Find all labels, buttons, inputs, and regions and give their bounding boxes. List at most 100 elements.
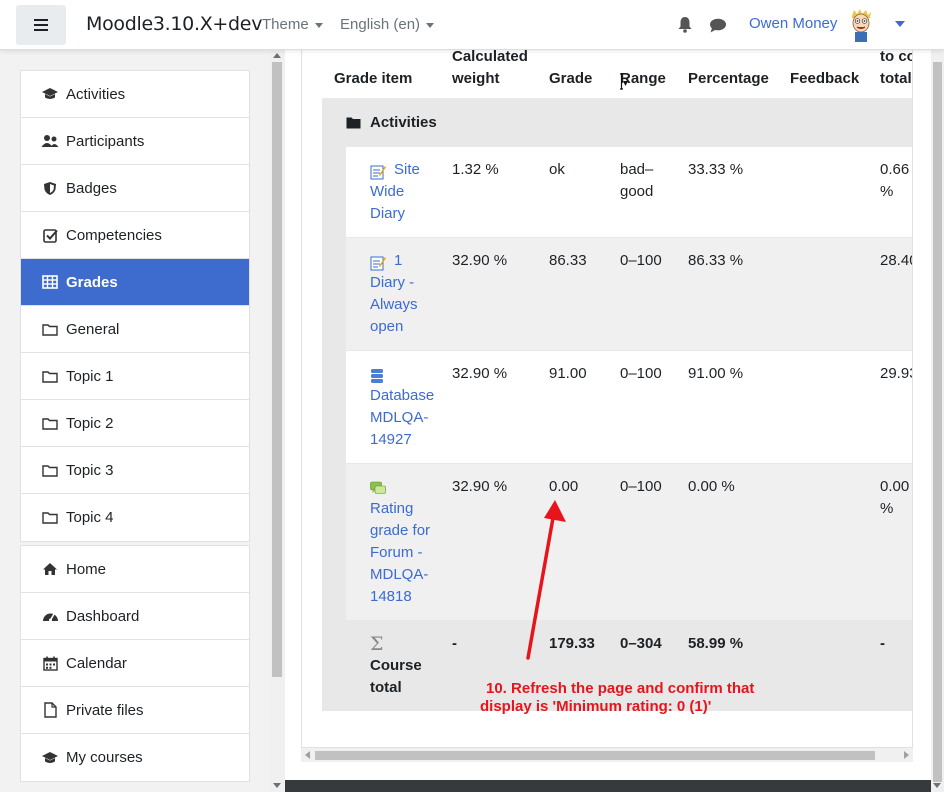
page-scrollbar[interactable] bbox=[931, 50, 944, 792]
nav-item-label: Dashboard bbox=[66, 607, 140, 625]
table-row: 1 Diary - Always open 32.90 % 86.33 0–100 8… bbox=[346, 238, 912, 350]
folder-icon bbox=[41, 415, 59, 431]
annotation-line: display is 'Minimum rating: 0 (1)' bbox=[480, 698, 712, 715]
header-contribution[interactable]: to co total bbox=[880, 50, 912, 90]
language-menu[interactable]: English (en) bbox=[340, 16, 435, 33]
nav-item-label: Topic 3 bbox=[66, 461, 114, 479]
scrollbar-thumb[interactable] bbox=[315, 751, 875, 760]
drawer-toggle-button[interactable] bbox=[16, 5, 66, 45]
item-line: MDLQA- bbox=[370, 566, 429, 583]
nav-item-my-courses[interactable]: My courses bbox=[21, 734, 249, 781]
scroll-down-icon[interactable] bbox=[933, 783, 941, 788]
item-line: Rating bbox=[370, 500, 414, 517]
percentage-cell: 0.00 % bbox=[688, 478, 735, 495]
graduation-cap-icon bbox=[41, 750, 59, 766]
forum-icon bbox=[370, 481, 386, 494]
header-percentage[interactable]: Percentage bbox=[688, 68, 769, 90]
bell-icon[interactable] bbox=[677, 16, 693, 33]
user-menu-name[interactable]: Owen Money bbox=[749, 15, 837, 32]
grade-cell: 91.00 bbox=[549, 365, 587, 382]
text-cursor-icon bbox=[620, 73, 628, 90]
nav-item-grades[interactable]: Grades bbox=[21, 259, 249, 306]
nav-item-home[interactable]: Home bbox=[21, 546, 249, 593]
caret-down-icon[interactable] bbox=[895, 21, 905, 27]
caret-down-icon bbox=[314, 22, 323, 28]
grade-item-link[interactable]: Rating grade for Forum - MDLQA- 14818 bbox=[370, 498, 450, 608]
nav-item-private-files[interactable]: Private files bbox=[21, 687, 249, 734]
nav-item-activities[interactable]: Activities bbox=[21, 71, 249, 118]
grade-item-link[interactable]: 1 Diary - Always open bbox=[370, 250, 450, 338]
user-avatar[interactable] bbox=[846, 8, 876, 42]
graduation-cap-icon bbox=[41, 86, 59, 102]
grade-cell: 86.33 bbox=[549, 252, 587, 269]
shield-icon bbox=[41, 180, 59, 196]
theme-menu[interactable]: Theme bbox=[262, 16, 323, 33]
item-line: Wide bbox=[370, 183, 405, 200]
nav-item-participants[interactable]: Participants bbox=[21, 118, 249, 165]
course-nav-group: Activities Participants Badges Competenc… bbox=[20, 70, 250, 542]
nav-item-label: Competencies bbox=[66, 226, 162, 244]
item-line: MDLQA- bbox=[370, 409, 429, 426]
scroll-right-icon[interactable] bbox=[904, 751, 909, 759]
theme-menu-label: Theme bbox=[262, 16, 309, 33]
nav-item-label: Home bbox=[66, 560, 107, 578]
header-calculated-weight[interactable]: Calculated weight bbox=[452, 50, 528, 90]
chat-icon[interactable] bbox=[709, 18, 727, 33]
nav-item-topic-3[interactable]: Topic 3 bbox=[21, 447, 249, 494]
folder-icon bbox=[41, 368, 59, 384]
drawer-scrollbar[interactable] bbox=[269, 50, 285, 792]
weight-cell: 32.90 % bbox=[452, 365, 508, 382]
site-brand[interactable]: Moodle3.10.X+dev bbox=[86, 13, 262, 35]
annotation-line: 10. Refresh the page and confirm that bbox=[486, 680, 755, 697]
nav-item-topic-1[interactable]: Topic 1 bbox=[21, 353, 249, 400]
caret-down-icon bbox=[426, 22, 435, 28]
table-row: Database MDLQA- 14927 32.90 % 91.00 0–100 … bbox=[346, 351, 912, 463]
hamburger-icon bbox=[34, 24, 48, 26]
nav-item-general[interactable]: General bbox=[21, 306, 249, 353]
nav-item-topic-2[interactable]: Topic 2 bbox=[21, 400, 249, 447]
nav-item-dashboard[interactable]: Dashboard bbox=[21, 593, 249, 640]
total-weight-cell: - bbox=[452, 635, 457, 652]
scroll-left-icon[interactable] bbox=[305, 751, 310, 759]
scrollbar-thumb[interactable] bbox=[933, 62, 942, 782]
percentage-cell: 33.33 % bbox=[688, 161, 744, 178]
language-menu-label: English (en) bbox=[340, 16, 421, 33]
header-line: total bbox=[880, 70, 912, 87]
item-line: grade for bbox=[370, 522, 431, 539]
database-icon bbox=[371, 369, 383, 383]
calendar-icon bbox=[41, 655, 59, 671]
range-line: good bbox=[620, 183, 654, 200]
contribution-cell: 0.00 % bbox=[880, 478, 910, 517]
nav-item-calendar[interactable]: Calendar bbox=[21, 640, 249, 687]
range-cell: bad– good bbox=[620, 159, 653, 203]
sigma-icon: Σ bbox=[370, 633, 384, 655]
item-line: Site bbox=[394, 161, 420, 178]
check-square-icon bbox=[41, 227, 59, 243]
nav-item-label: Private files bbox=[66, 701, 144, 719]
table-horizontal-scrollbar[interactable] bbox=[301, 747, 913, 762]
contribution-cell: 0.66 % bbox=[880, 161, 910, 200]
grade-item-link[interactable]: Database MDLQA- 14927 bbox=[370, 385, 450, 451]
nav-item-competencies[interactable]: Competencies bbox=[21, 212, 249, 259]
nav-item-label: Topic 1 bbox=[66, 367, 114, 385]
header-feedback[interactable]: Feedback bbox=[790, 68, 859, 90]
course-total-label: Course total bbox=[370, 655, 422, 699]
item-line: open bbox=[370, 318, 404, 335]
total-label-line: Course bbox=[370, 657, 422, 674]
folder-icon bbox=[41, 462, 59, 478]
grade-cell: ok bbox=[549, 161, 565, 178]
weight-cell: 32.90 % bbox=[452, 478, 508, 495]
scroll-down-icon[interactable] bbox=[273, 783, 281, 788]
nav-item-topic-4[interactable]: Topic 4 bbox=[21, 494, 249, 541]
item-line: 1 bbox=[394, 252, 403, 269]
range-cell: 0–100 bbox=[620, 478, 662, 495]
scroll-up-icon[interactable] bbox=[273, 53, 281, 58]
header-grade-item[interactable]: Grade item bbox=[334, 68, 412, 90]
grade-item-link[interactable]: Site Wide Diary bbox=[370, 159, 450, 225]
nav-item-badges[interactable]: Badges bbox=[21, 165, 249, 212]
total-label-line: total bbox=[370, 679, 402, 696]
header-grade[interactable]: Grade bbox=[549, 68, 592, 90]
scrollbar-thumb[interactable] bbox=[272, 62, 282, 677]
item-line: Diary - bbox=[370, 274, 415, 291]
item-line: Database bbox=[370, 387, 435, 404]
